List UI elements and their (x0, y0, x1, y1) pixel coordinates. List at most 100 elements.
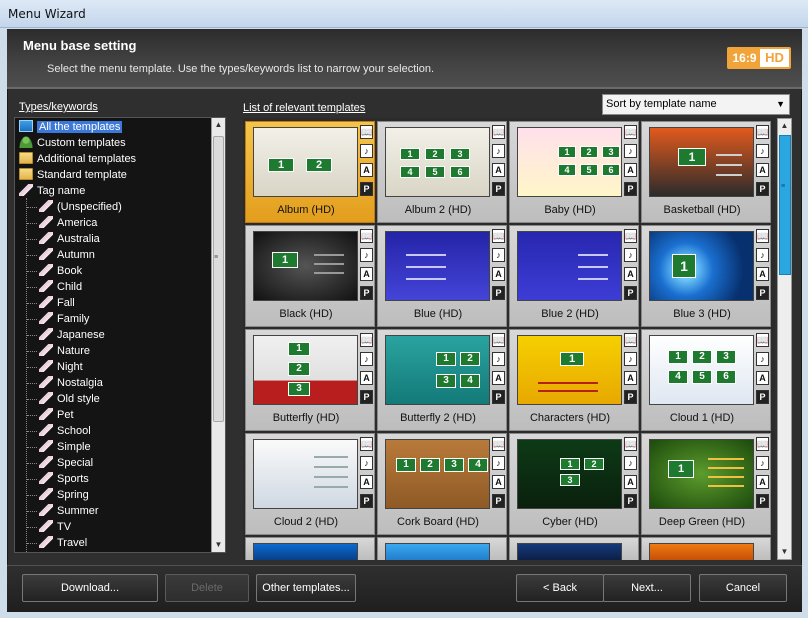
template-card[interactable]: 1 2 3 4 5 6 📖 ♪ A P Baby (HD) (509, 121, 639, 223)
tree-item-tag[interactable]: Old style (39, 391, 100, 407)
cancel-button[interactable]: Cancel (699, 574, 787, 602)
thumb-text-line (406, 266, 446, 268)
tree-item-tag[interactable]: Night (39, 359, 83, 375)
template-card[interactable]: 📖 ♪ A P Cloud 2 (HD) (245, 433, 375, 535)
tree-connector (27, 351, 37, 352)
music-note-icon: ♪ (492, 352, 505, 366)
scroll-up-icon[interactable]: ▲ (778, 119, 791, 133)
tree-item-tag[interactable]: Fall (39, 295, 75, 311)
tree-item-tag[interactable]: Japanese (39, 327, 105, 343)
tree-item-tag[interactable]: Family (39, 311, 89, 327)
tree-item-tag[interactable]: Simple (39, 439, 91, 455)
tree-item-tag[interactable]: Nature (39, 343, 90, 359)
template-card[interactable]: 1 2 3 4 5 6 📖 ♪ A P Album 2 (HD) (377, 121, 507, 223)
template-name: Butterfly (HD) (272, 412, 340, 424)
scroll-down-icon[interactable]: ▼ (212, 538, 225, 552)
tree-item-tag[interactable]: Australia (39, 231, 100, 247)
tree-item-all-templates[interactable]: All the templates (19, 119, 123, 135)
template-thumbnail: 123 (517, 439, 622, 509)
tree-item-additional-templates[interactable]: Additional templates (19, 151, 136, 167)
template-card[interactable]: 1 2 3 4 5 6 📖 ♪ A P Cloud 1 (HD) (641, 329, 771, 431)
thumb-number: 2 (288, 362, 310, 376)
template-card[interactable]: 1 2 📖 ♪ A P Album (HD) (245, 121, 375, 223)
template-card[interactable]: 1 📖 ♪ A P Characters (HD) (509, 329, 639, 431)
template-card[interactable] (509, 537, 639, 560)
template-card[interactable]: 1 2 3 📖 ♪ A P Butterfly (HD) (245, 329, 375, 431)
thumb-number: 3 (288, 382, 310, 396)
download-button[interactable]: Download... (22, 574, 158, 602)
next-button[interactable]: Next... (603, 574, 691, 602)
thumb-number: 1 (672, 254, 696, 278)
tree-item-tag-name[interactable]: Tag name (19, 183, 85, 199)
music-note-icon: ♪ (756, 144, 769, 158)
book-icon: 📖 (360, 229, 373, 243)
tree-scroll-thumb[interactable] (213, 136, 224, 422)
tree-item-tag[interactable]: Pet (39, 407, 74, 423)
text-icon: A (624, 163, 637, 177)
template-feature-icons: 📖 ♪ A P (492, 125, 506, 201)
book-icon: 📖 (360, 125, 373, 139)
tag-icon (39, 520, 53, 532)
tree-connector (27, 207, 37, 208)
scroll-down-icon[interactable]: ▼ (778, 545, 791, 559)
thumb-number: 1 (396, 458, 416, 472)
tree-item-tag[interactable]: Special (39, 455, 93, 471)
tree-item-tag[interactable]: Child (39, 279, 82, 295)
tree-item-tag[interactable]: Travel (39, 535, 87, 551)
template-card[interactable]: 1 2 3 4 📖 ♪ A P Cork Board (HD) (377, 433, 507, 535)
thumb-text-line (314, 456, 348, 458)
template-card[interactable]: 📖 ♪ A P Blue 2 (HD) (509, 225, 639, 327)
tree-item-tag[interactable]: Sports (39, 471, 89, 487)
music-note-icon: ♪ (360, 456, 373, 470)
template-card[interactable] (641, 537, 771, 560)
template-card[interactable]: 📖 ♪ A P Blue (HD) (377, 225, 507, 327)
tree-connector (27, 399, 37, 400)
template-card[interactable]: 1 📖 ♪ A P Blue 3 (HD) (641, 225, 771, 327)
tree-item-custom-templates[interactable]: Custom templates (19, 135, 126, 151)
template-card[interactable]: 1 2 3 4 📖 ♪ A P Butterfly 2 (HD) (377, 329, 507, 431)
hd-badge: 16:9 HD (727, 47, 791, 69)
thumb-number: 1 (560, 458, 580, 470)
template-card[interactable]: 1 📖 ♪ A P Basketball (HD) (641, 121, 771, 223)
delete-button[interactable]: Delete (165, 574, 249, 602)
tree-item-standard-template[interactable]: Standard template (19, 167, 127, 183)
tag-icon (39, 312, 53, 324)
tree-item-tag[interactable]: Nostalgia (39, 375, 103, 391)
template-name: Cloud 1 (HD) (669, 412, 735, 424)
template-card[interactable]: 1 2 3 📖 ♪ A P Cyber (HD) (509, 433, 639, 535)
templates-scrollbar[interactable]: ▲ ≡ ▼ (777, 118, 792, 560)
music-note-icon: ♪ (360, 248, 373, 262)
template-card[interactable]: 1 📖 ♪ A P Deep Green (HD) (641, 433, 771, 535)
tree-item-tag[interactable]: Summer (39, 503, 99, 519)
tree-item-tag[interactable]: (Unspecified) (39, 199, 122, 215)
aspect-ratio-label: 16:9 (729, 49, 760, 67)
templates-scroll-thumb[interactable] (779, 135, 791, 275)
tree-connector (27, 495, 37, 496)
tree-connector (27, 511, 37, 512)
tree-item-tag[interactable]: Spring (39, 487, 89, 503)
template-card[interactable]: 1 📖 ♪ A P Black (HD) (245, 225, 375, 327)
thumb-number: 1 (288, 342, 310, 356)
tree-connector (27, 239, 37, 240)
tree-item-tag[interactable]: School (39, 423, 91, 439)
tree-connector (27, 271, 37, 272)
tree-item-tag[interactable]: Autumn (39, 247, 95, 263)
sort-dropdown[interactable]: Sort by template name ▼ (602, 94, 790, 115)
template-thumbnail (253, 543, 358, 560)
scroll-up-icon[interactable]: ▲ (212, 118, 225, 132)
tree-item-tag[interactable]: America (39, 215, 97, 231)
tag-icon (39, 408, 53, 420)
back-button[interactable]: < Back (516, 574, 604, 602)
tree-scrollbar[interactable]: ▲ ≡ ▼ (211, 118, 225, 552)
template-card[interactable] (377, 537, 507, 560)
other-templates-button[interactable]: Other templates... (256, 574, 356, 602)
music-note-icon: ♪ (360, 352, 373, 366)
template-card[interactable] (245, 537, 375, 560)
book-icon: 📖 (492, 437, 505, 451)
tree-item-tag[interactable]: Book (39, 263, 82, 279)
template-feature-icons: 📖 ♪ A P (624, 229, 638, 305)
template-thumbnail (517, 231, 622, 301)
types-keywords-tree[interactable]: All the templates Custom templates Addit… (14, 117, 226, 553)
tree-item-tag[interactable]: TV (39, 519, 71, 535)
tree-connector (27, 367, 37, 368)
